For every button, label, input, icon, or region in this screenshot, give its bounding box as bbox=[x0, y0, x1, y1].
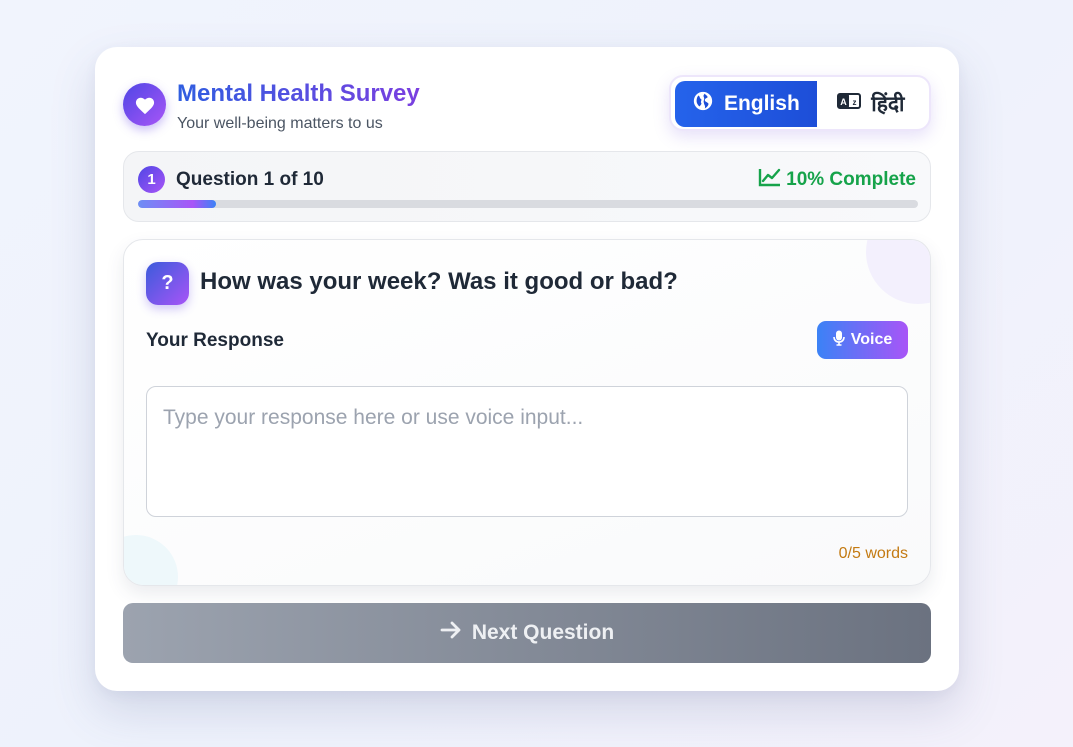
decorative-circle bbox=[866, 240, 930, 304]
response-label: Your Response bbox=[146, 330, 284, 351]
voice-input-button[interactable]: Voice bbox=[817, 321, 908, 359]
progress-panel: 1 Question 1 of 10 10% Complete bbox=[123, 151, 931, 222]
chart-line-icon bbox=[758, 167, 782, 193]
next-question-label: Next Question bbox=[471, 621, 615, 644]
question-card: ? How was your week? Was it good or bad?… bbox=[123, 239, 931, 586]
language-switcher: English Az हिंदी bbox=[669, 75, 931, 131]
translate-icon: Az bbox=[837, 92, 862, 116]
microphone-icon bbox=[832, 330, 845, 351]
page-subtitle: Your well-being matters to us bbox=[177, 115, 383, 132]
voice-button-label: Voice bbox=[850, 331, 893, 348]
page-title: Mental Health Survey bbox=[177, 80, 420, 107]
question-mark-icon: ? bbox=[146, 262, 189, 305]
heart-icon bbox=[123, 83, 166, 126]
progress-percent-label: 10% Complete bbox=[786, 169, 916, 190]
progress-bar bbox=[138, 200, 918, 208]
language-hindi-button[interactable]: Az हिंदी bbox=[817, 81, 925, 127]
svg-text:z: z bbox=[853, 98, 857, 107]
language-hindi-label: हिंदी bbox=[871, 93, 905, 116]
survey-card: Mental Health Survey Your well-being mat… bbox=[95, 47, 959, 691]
progress-bar-fill bbox=[138, 200, 216, 208]
svg-text:A: A bbox=[841, 97, 848, 107]
language-english-button[interactable]: English bbox=[675, 81, 817, 127]
arrow-right-icon bbox=[440, 621, 462, 645]
language-english-label: English bbox=[723, 92, 800, 115]
word-count: 0/5 words bbox=[838, 545, 908, 562]
question-text: How was your week? Was it good or bad? bbox=[200, 268, 678, 295]
globe-icon bbox=[692, 90, 714, 118]
survey-header: Mental Health Survey Your well-being mat… bbox=[123, 75, 931, 135]
progress-percent: 10% Complete bbox=[758, 167, 916, 193]
response-textarea[interactable] bbox=[146, 386, 908, 517]
decorative-circle bbox=[124, 535, 178, 585]
step-number-badge: 1 bbox=[138, 166, 165, 193]
question-counter: Question 1 of 10 bbox=[176, 169, 324, 190]
next-question-button[interactable]: Next Question bbox=[123, 603, 931, 663]
